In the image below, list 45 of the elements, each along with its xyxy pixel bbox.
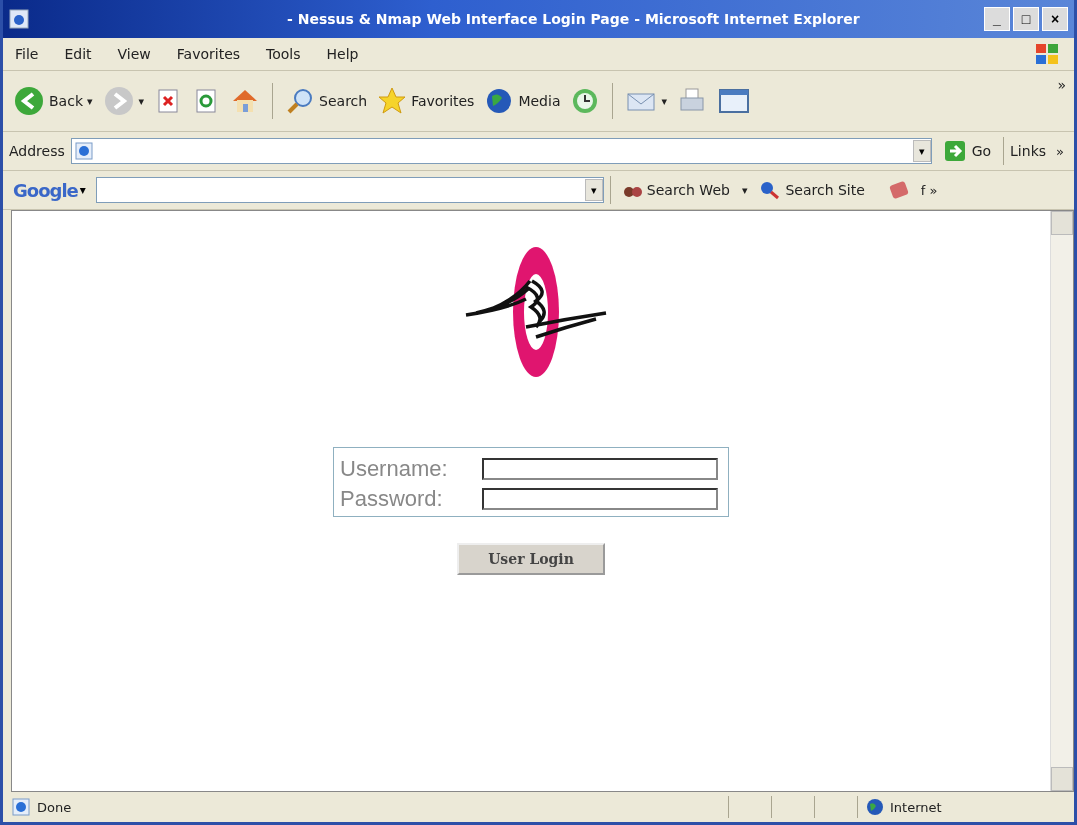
document-icon — [717, 86, 751, 116]
menu-item[interactable]: View — [117, 46, 151, 62]
toolbar-button[interactable]: Favorites — [375, 84, 477, 118]
star-icon — [377, 86, 408, 116]
page-icon — [73, 141, 94, 161]
input-field[interactable] — [482, 458, 718, 480]
field-label: Password: — [340, 486, 444, 512]
toolbar-button[interactable]: Media — [482, 84, 563, 118]
caret-icon: ▾ — [741, 183, 748, 197]
more-button[interactable]: » — [1052, 143, 1068, 159]
window-title: - Nessus & Nmap Web Interface Login Page - Microsoft Internet Explorer — [286, 11, 861, 27]
globe-icon — [866, 798, 884, 816]
menu-item[interactable]: File — [15, 46, 39, 62]
go-button[interactable]: Go — [937, 139, 998, 163]
search-web-button[interactable]: Search Web — [616, 179, 736, 201]
toolbar-button[interactable]: ▾ — [100, 83, 147, 119]
toolbar-button[interactable]: Search — [283, 84, 370, 118]
menu-item[interactable]: Favorites — [176, 46, 241, 62]
address-field[interactable]: ▾ — [70, 138, 932, 164]
status-text: Done — [37, 799, 72, 815]
magnifier-icon — [759, 180, 782, 200]
scrollbar[interactable] — [1050, 211, 1073, 791]
login-button[interactable]: User Login — [457, 543, 605, 575]
more-button[interactable]: f » — [916, 182, 942, 198]
dropdown-button[interactable]: ▾ — [912, 140, 931, 162]
google-menu-button[interactable]: Google▾ — [9, 179, 90, 201]
search-field[interactable]: ▾ — [95, 177, 604, 203]
window-control-button[interactable]: □ — [1013, 7, 1039, 31]
more-button[interactable]: » — [1057, 77, 1066, 93]
browser-icon — [9, 9, 29, 29]
field-label: Username: — [340, 456, 449, 482]
input-field[interactable] — [482, 488, 718, 510]
menu-item[interactable]: Tools — [266, 46, 301, 62]
page-icon — [11, 797, 31, 817]
links-button[interactable]: Links — [1010, 143, 1047, 159]
window-control-button[interactable]: _ — [984, 7, 1010, 31]
menu-item[interactable]: Help — [326, 46, 359, 62]
window-control-button[interactable]: × — [1042, 7, 1068, 31]
toolbar-button[interactable]: ▾ — [623, 85, 669, 117]
search-site-button[interactable]: Search Site — [753, 179, 871, 201]
zone-label: Internet — [890, 799, 942, 815]
menu-item[interactable]: Edit — [64, 46, 92, 62]
dropdown-button[interactable]: ▾ — [584, 179, 603, 201]
address-label: Address — [9, 143, 65, 159]
toolbar-button[interactable]: Back ▾ — [11, 83, 95, 119]
